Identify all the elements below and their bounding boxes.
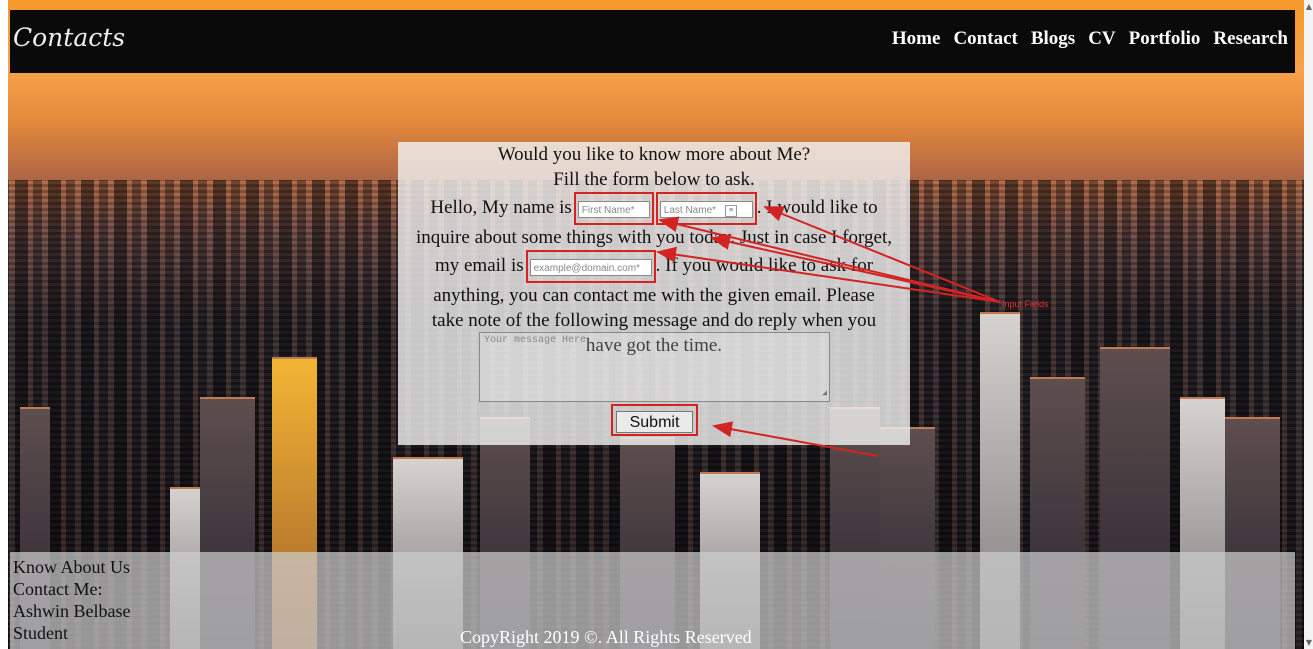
submit-button[interactable]: Submit	[616, 411, 693, 433]
autofill-icon[interactable]: ≡	[725, 204, 738, 217]
email-highlight: example@domain.com*	[525, 250, 656, 283]
contact-form: Would you like to know more about Me? Fi…	[398, 142, 910, 445]
window-edge	[0, 0, 8, 649]
nav-research-link[interactable]: Research	[1213, 28, 1288, 50]
site-logo[interactable]: Contacts	[13, 23, 125, 52]
annotation-label: Input Fields	[1002, 299, 1049, 309]
footer-info: Know About Us Contact Me: Ashwin Belbase…	[13, 556, 130, 644]
message-placeholder: Your message Here	[484, 335, 587, 346]
copyright-text: CopyRight 2019 ©. All Rights Reserved	[460, 627, 752, 647]
top-navbar: Contacts Home Contact Blogs CV Portfolio…	[10, 10, 1295, 73]
author-role: Student	[13, 623, 69, 643]
form-text: my email is	[434, 254, 524, 276]
nav-portfolio-link[interactable]: Portfolio	[1129, 28, 1201, 50]
contact-heading: Contact Me:	[13, 579, 103, 599]
first-name-input[interactable]: First Name*	[577, 201, 650, 219]
resize-handle-icon[interactable]: ◢	[822, 388, 827, 400]
form-line: anything, you can contact me with the gi…	[433, 285, 875, 306]
last-name-placeholder: Last Name*	[663, 205, 717, 217]
nav-home-link[interactable]: Home	[892, 28, 941, 50]
main-nav: Home Contact Blogs CV Portfolio Research	[892, 28, 1288, 50]
email-input[interactable]: example@domain.com*	[529, 259, 652, 277]
form-line: take note of the following message and d…	[431, 310, 877, 331]
message-textarea[interactable]: Your message Here ◢	[479, 332, 830, 402]
form-subheading: Fill the form below to ask.	[553, 169, 755, 190]
form-line-email: my email is example@domain.com*. If you w…	[398, 250, 910, 283]
form-line-name: Hello, My name is First Name* Last Name* ≡.…	[398, 192, 910, 225]
nav-blogs-link[interactable]: Blogs	[1031, 28, 1075, 50]
footer: Know About Us Contact Me: Ashwin Belbase…	[10, 552, 1295, 649]
last-name-highlight: Last Name* ≡	[655, 192, 757, 225]
form-text: . If you would like to ask for	[655, 254, 874, 276]
author-name: Ashwin Belbase	[13, 601, 131, 621]
nav-cv-link[interactable]: CV	[1088, 28, 1115, 50]
form-text: . I would like to	[756, 196, 878, 218]
last-name-input[interactable]: Last Name* ≡	[659, 201, 753, 219]
first-name-highlight: First Name*	[573, 192, 654, 225]
scrollbar[interactable]	[1304, 0, 1313, 649]
submit-highlight: Submit	[611, 404, 698, 436]
scroll-up-icon[interactable]: ▲	[1306, 2, 1312, 11]
scroll-down-icon[interactable]: ▼	[1306, 638, 1312, 647]
form-heading: Would you like to know more about Me?	[497, 144, 811, 165]
nav-contact-link[interactable]: Contact	[953, 28, 1017, 50]
form-line: inquire about some things with you today…	[416, 227, 892, 248]
form-text: Hello, My name is	[430, 196, 572, 218]
know-about-link[interactable]: Know About Us	[13, 556, 130, 578]
